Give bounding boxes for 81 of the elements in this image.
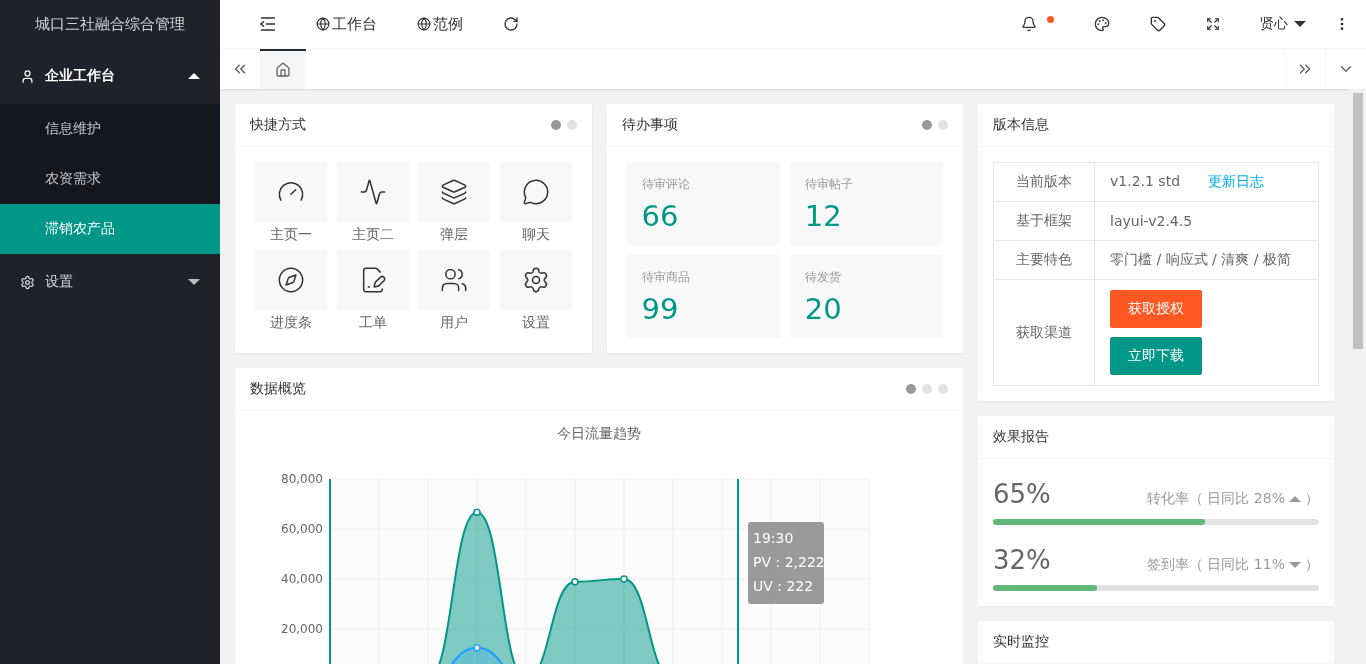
todo-label: 待审帖子 bbox=[804, 176, 854, 193]
todo-count: 66 bbox=[641, 199, 680, 233]
percent-value: 65% bbox=[993, 479, 1051, 509]
sidebar-label: 设置 bbox=[45, 273, 73, 291]
todo-tile[interactable]: 待审评论 66 bbox=[626, 162, 780, 245]
sidebar-item[interactable]: 设置 bbox=[0, 254, 220, 310]
carousel-dot[interactable] bbox=[906, 384, 916, 394]
todo-count: 20 bbox=[804, 292, 843, 326]
y-tick-label: 20,000 bbox=[281, 622, 323, 636]
caret-icon bbox=[1294, 21, 1306, 27]
table-cell: 基于框架 bbox=[993, 201, 1095, 241]
sidebar-subitem[interactable]: 农资需求 bbox=[0, 154, 220, 204]
card-title: 版本信息 bbox=[993, 116, 1049, 134]
app-title: 城口三社融合综合管理 bbox=[34, 13, 186, 35]
percent-value: 32% bbox=[993, 545, 1051, 575]
home-icon bbox=[275, 62, 291, 78]
compass-icon bbox=[277, 266, 305, 294]
layers-icon bbox=[440, 178, 468, 206]
table-cell: 获取渠道 bbox=[993, 279, 1095, 386]
header-nav-link[interactable]: 范例 bbox=[397, 14, 483, 34]
card-title: 实时监控 bbox=[993, 633, 1049, 651]
y-tick-label: 40,000 bbox=[281, 572, 323, 586]
carousel-dot[interactable] bbox=[922, 120, 932, 130]
table-cell: 当前版本 bbox=[993, 162, 1095, 202]
closing-paren: ） bbox=[1305, 490, 1319, 508]
chart-tooltip: 19:30 PV : 2,222 UV : 222 bbox=[748, 522, 825, 604]
todo-tile[interactable]: 待审帖子 12 bbox=[789, 162, 943, 245]
refresh-icon bbox=[503, 16, 519, 32]
y-tick-label: 80,000 bbox=[281, 472, 323, 486]
carousel-dot[interactable] bbox=[550, 120, 561, 130]
carousel-dot[interactable] bbox=[938, 384, 948, 394]
header-nav-link[interactable]: 工作台 bbox=[296, 14, 397, 34]
todo-label: 待发货 bbox=[804, 269, 842, 286]
todo-count: 99 bbox=[641, 292, 680, 326]
sidebar-label: 企业工作台 bbox=[45, 67, 115, 85]
chart-title: 今日流量趋势 bbox=[556, 424, 642, 443]
bell-icon bbox=[1021, 16, 1037, 32]
card-title: 快捷方式 bbox=[250, 116, 306, 134]
data-point bbox=[473, 508, 481, 516]
nav-label: 工作台 bbox=[332, 14, 377, 34]
users-icon bbox=[440, 266, 468, 294]
carousel-dot[interactable] bbox=[938, 120, 948, 130]
y-tick-label: 60,000 bbox=[281, 522, 323, 536]
user-name: 贤心 bbox=[1260, 15, 1288, 33]
table-cell: 主要特色 bbox=[993, 240, 1095, 280]
todo-count: 12 bbox=[804, 199, 843, 233]
table-value: layui-v2.4.5 bbox=[1110, 213, 1193, 229]
card-title: 数据概览 bbox=[250, 380, 306, 398]
chat-bubble-icon bbox=[521, 178, 550, 206]
carousel-dot[interactable] bbox=[922, 384, 932, 394]
card-title: 待办事项 bbox=[621, 116, 678, 134]
user-icon bbox=[20, 68, 35, 84]
todo-label: 待审商品 bbox=[641, 269, 691, 286]
rate-caption: 签到率（ 日同比 11% bbox=[1146, 556, 1285, 574]
todo-tile[interactable]: 待审商品 99 bbox=[626, 255, 780, 338]
card-title: 效果报告 bbox=[993, 428, 1049, 446]
outdent-icon bbox=[260, 17, 276, 31]
palette-icon bbox=[1094, 16, 1110, 32]
action-button[interactable]: 立即下载 bbox=[1110, 337, 1202, 375]
settings-icon bbox=[20, 274, 35, 290]
home-tab[interactable] bbox=[260, 49, 306, 89]
table-value: 零门槛 / 响应式 / 清爽 / 极简 bbox=[1110, 251, 1291, 267]
nav-label: 范例 bbox=[433, 14, 463, 34]
rate-caption: 转化率（ 日同比 28% bbox=[1146, 490, 1285, 508]
globe-icon bbox=[417, 17, 431, 31]
data-point bbox=[620, 575, 628, 583]
sidebar-subitem[interactable]: 滞销农产品 bbox=[0, 204, 220, 254]
sidebar-item[interactable]: 企业工作台 bbox=[0, 48, 220, 104]
todo-tile[interactable]: 待发货 20 bbox=[789, 255, 943, 338]
data-point bbox=[473, 644, 481, 652]
closing-paren: ） bbox=[1305, 556, 1319, 574]
fullscreen-icon bbox=[1206, 17, 1220, 31]
globe-icon bbox=[316, 17, 330, 31]
pulse-icon bbox=[358, 178, 387, 206]
tag-icon bbox=[1150, 16, 1166, 32]
data-point bbox=[571, 578, 579, 586]
sidebar-subitem[interactable]: 信息维护 bbox=[0, 104, 220, 154]
todo-label: 待审评论 bbox=[641, 176, 691, 193]
user-menu[interactable]: 贤心 bbox=[1240, 15, 1326, 33]
table-value: v1.2.1 std bbox=[1110, 173, 1181, 189]
carousel-dot[interactable] bbox=[566, 120, 577, 130]
